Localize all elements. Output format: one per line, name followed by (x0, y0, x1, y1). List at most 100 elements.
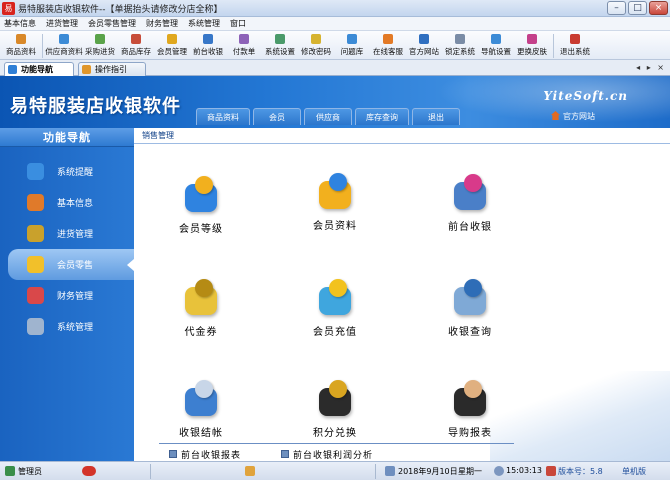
toolbar-cashier[interactable]: 前台收银 (190, 31, 226, 59)
toolbar-settings[interactable]: 系统设置 (262, 31, 298, 59)
sidebar-item-system-reminder[interactable]: 系统提醒 (0, 156, 134, 187)
voucher-icon (181, 279, 221, 319)
key-icon (311, 34, 321, 44)
report-icon (281, 450, 290, 458)
toolbar-skin[interactable]: 更换皮肤 (514, 31, 550, 59)
official-site-link[interactable]: 官方网站 (551, 111, 595, 122)
recharge-card-icon (315, 279, 355, 319)
face-icon (245, 466, 255, 476)
guide-icon (82, 65, 91, 74)
quicknav-member[interactable]: 会员 (253, 108, 301, 125)
compass-icon (8, 65, 17, 74)
settlement-icon (181, 380, 221, 420)
report-icon (169, 450, 177, 458)
payment-icon (239, 34, 249, 44)
icon-shape-front (195, 176, 213, 194)
minimize-button[interactable]: – (607, 1, 626, 15)
tab-function-nav[interactable]: 功能导航 (4, 62, 74, 76)
icon-shape-front (329, 380, 347, 398)
toolbar-nav-settings[interactable]: 导航设置 (478, 31, 514, 59)
app-icon: 易 (2, 2, 15, 15)
tools-icon (27, 318, 44, 335)
toolbar-lock[interactable]: 锁定系统 (442, 31, 478, 59)
fn-member-level[interactable]: 会员等级 (156, 176, 246, 256)
fn-member-recharge[interactable]: 会员充值 (290, 279, 380, 359)
report-cashier-profit[interactable]: 前台收银利润分析 (281, 448, 373, 461)
toolbar-inventory[interactable]: 商品库存 (118, 31, 154, 59)
fn-voucher[interactable]: 代金券 (156, 279, 246, 359)
site-logo: YiteSoft.cn (543, 89, 628, 103)
status-bar: 管理员 2018年9月10日 星期一 15:03:13 版本号：5.8 单机版 (0, 461, 670, 480)
fn-cashier-query[interactable]: 收银查询 (425, 279, 515, 359)
icon-shape-front (329, 173, 347, 191)
maximize-button[interactable]: □ (628, 1, 647, 15)
toolbar-supplier-info[interactable]: 供应商资料 (45, 31, 83, 59)
toolbar-website[interactable]: 官方网站 (406, 31, 442, 59)
cubes-icon (27, 194, 44, 211)
quicknav-stock-query[interactable]: 库存查询 (355, 108, 409, 125)
toolbar-purchase[interactable]: 采购进货 (82, 31, 118, 59)
vip-icon (82, 466, 96, 476)
magnifier-icon (450, 279, 490, 319)
fn-member-profile[interactable]: 会员资料 (290, 173, 380, 253)
toolbar-online-support[interactable]: 在线客服 (370, 31, 406, 59)
member-level-icon (181, 176, 221, 216)
close-button[interactable]: × (649, 1, 668, 15)
main-content: 销售管理 会员等级 会员资料 前台收银 代金券 会员充值 收银查询 收银结帐 积… (134, 128, 670, 461)
menu-member-retail[interactable]: 会员零售管理 (88, 17, 136, 30)
breadcrumb: 销售管理 (134, 128, 670, 144)
staff-group-icon (450, 380, 490, 420)
menu-bar: 基本信息 进货管理 会员零售管理 财务管理 系统管理 窗口 (0, 17, 670, 30)
document-tabs: 功能导航 操作指引 ◂ ▸ × (0, 60, 670, 76)
toolbar-payment[interactable]: 付款单 (226, 31, 262, 59)
sidebar-item-purchase[interactable]: 进货管理 (0, 218, 134, 249)
active-arrow-icon (127, 259, 134, 271)
quicknav-supplier[interactable]: 供应商 (304, 108, 352, 125)
home-icon (551, 111, 560, 120)
window-title: 易特服装店收银软件--【单据抬头请修改分店全称】 (18, 5, 223, 15)
fn-front-cashier[interactable]: 前台收银 (425, 174, 515, 254)
sidebar-item-system[interactable]: 系统管理 (0, 311, 134, 342)
toolbar-faq[interactable]: 问题库 (334, 31, 370, 59)
quicknav-product-info[interactable]: 商品资料 (196, 108, 250, 125)
calendar-icon (385, 466, 395, 476)
toolbar-member[interactable]: 会员管理 (154, 31, 190, 59)
current-user: 管理员 (18, 467, 42, 476)
cashier-monitor-icon (450, 174, 490, 214)
member-profile-icon (315, 173, 355, 213)
supplier-icon (59, 34, 69, 44)
toolbar-separator (553, 34, 554, 58)
cashier-icon (203, 34, 213, 44)
quick-nav: 商品资料 会员 供应商 库存查询 退出 (196, 108, 460, 125)
quicknav-exit[interactable]: 退出 (412, 108, 460, 125)
menu-basic-info[interactable]: 基本信息 (4, 17, 36, 30)
icon-shape-front (464, 174, 482, 192)
gear-icon (275, 34, 285, 44)
toolbar-change-password[interactable]: 修改密码 (298, 31, 334, 59)
sidebar-item-member-retail[interactable]: 会员零售 (8, 249, 134, 280)
menu-window[interactable]: 窗口 (230, 17, 246, 30)
sidebar-item-finance[interactable]: 财务管理 (0, 280, 134, 311)
window-controls: – □ × (607, 1, 668, 15)
box-icon (27, 225, 44, 242)
tab-navigation[interactable]: ◂ ▸ × (636, 63, 666, 72)
palette-icon (527, 34, 537, 44)
globe-icon (419, 34, 429, 44)
info-icon (27, 163, 44, 180)
icon-shape-front (195, 279, 213, 297)
sidebar-item-basic-info[interactable]: 基本信息 (0, 187, 134, 218)
toolbar-product-info[interactable]: 商品资料 (3, 31, 39, 59)
toolbar-exit[interactable]: 退出系统 (557, 31, 593, 59)
report-front-cashier[interactable]: 前台收银报表 (169, 448, 241, 461)
money-bag-icon (315, 380, 355, 420)
menu-system[interactable]: 系统管理 (188, 17, 220, 30)
title-bar: 易 易特服装店收银软件--【单据抬头请修改分店全称】 – □ × (0, 0, 670, 17)
toolbar: 商品资料 供应商资料 采购进货 商品库存 会员管理 前台收银 付款单 系统设置 … (0, 30, 670, 60)
banner: 易特服装店收银软件 YiteSoft.cn 官方网站 商品资料 会员 供应商 库… (0, 76, 670, 128)
icon-shape-front (329, 279, 347, 297)
menu-purchase[interactable]: 进货管理 (46, 17, 78, 30)
status-date: 2018年9月10日 (398, 467, 458, 476)
menu-finance[interactable]: 财务管理 (146, 17, 178, 30)
tab-operation-guide[interactable]: 操作指引 (78, 62, 146, 76)
decoration (490, 371, 670, 461)
